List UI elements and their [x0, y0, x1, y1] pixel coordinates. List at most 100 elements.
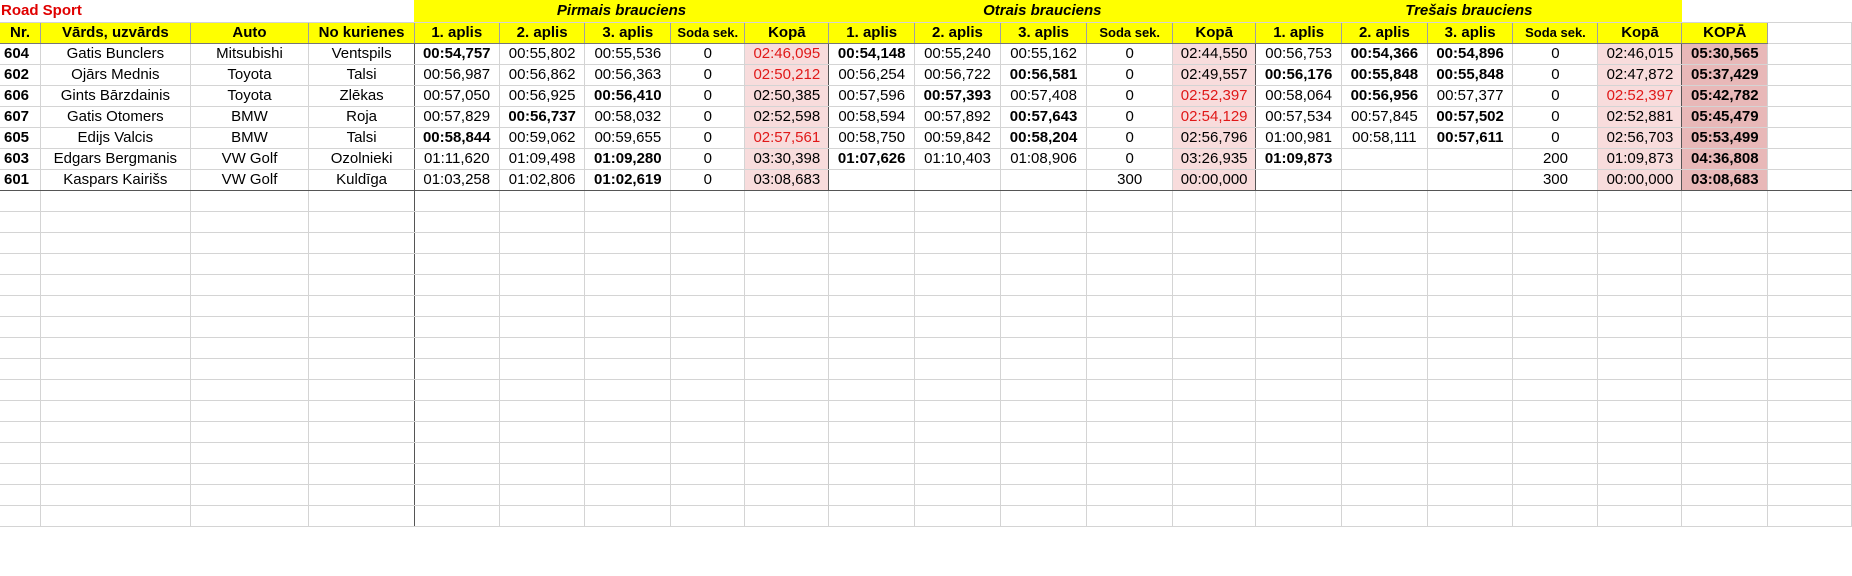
cell[interactable]	[308, 190, 415, 212]
cell[interactable]	[40, 463, 191, 485]
cell[interactable]	[414, 190, 500, 212]
cell[interactable]	[1000, 232, 1088, 254]
cell[interactable]	[1172, 190, 1257, 212]
cell[interactable]: 02:47,872	[1597, 64, 1683, 86]
cell[interactable]	[1427, 463, 1514, 485]
cell[interactable]	[1597, 400, 1683, 422]
cell[interactable]	[914, 295, 1001, 317]
cell[interactable]	[1767, 295, 1852, 317]
cell[interactable]	[584, 295, 672, 317]
cell[interactable]	[1597, 274, 1683, 296]
cell[interactable]: 05:53,499	[1681, 127, 1769, 149]
cell[interactable]	[1512, 211, 1599, 233]
cell[interactable]	[1767, 127, 1852, 149]
cell[interactable]	[1000, 316, 1088, 338]
cell[interactable]	[744, 442, 830, 464]
cell[interactable]	[308, 358, 415, 380]
cell[interactable]: 02:49,557	[1172, 64, 1257, 86]
cell[interactable]	[828, 358, 916, 380]
cell[interactable]	[1341, 379, 1428, 401]
cell[interactable]: 01:09,498	[499, 148, 586, 170]
cell[interactable]: 0	[670, 106, 746, 128]
cell[interactable]	[1255, 442, 1342, 464]
cell[interactable]: 00:57,829	[414, 106, 500, 128]
cell[interactable]	[1767, 232, 1852, 254]
group-header-2[interactable]: Otrais brauciens	[828, 0, 1256, 23]
cell[interactable]	[1427, 442, 1514, 464]
cell[interactable]	[828, 379, 916, 401]
cell[interactable]	[0, 358, 42, 380]
cell[interactable]	[190, 274, 310, 296]
cell[interactable]	[499, 358, 586, 380]
cell[interactable]	[914, 253, 1001, 275]
cell[interactable]	[190, 253, 310, 275]
cell[interactable]: 00:58,111	[1341, 127, 1428, 149]
cell[interactable]	[40, 484, 191, 506]
cell[interactable]	[744, 211, 830, 233]
cell[interactable]	[1681, 337, 1769, 359]
cell[interactable]	[1767, 400, 1852, 422]
cell[interactable]	[828, 274, 916, 296]
cell[interactable]	[190, 358, 310, 380]
cell[interactable]	[40, 421, 191, 443]
column-header[interactable]: No kurienes	[308, 22, 415, 44]
cell[interactable]	[1681, 0, 1768, 23]
cell[interactable]	[1767, 169, 1852, 191]
cell[interactable]	[1427, 316, 1514, 338]
cell[interactable]	[308, 505, 415, 527]
cell[interactable]	[1767, 442, 1852, 464]
cell[interactable]: 02:54,129	[1172, 106, 1257, 128]
cell[interactable]	[414, 337, 500, 359]
cell[interactable]	[40, 337, 191, 359]
cell[interactable]	[1000, 337, 1088, 359]
cell[interactable]	[744, 253, 830, 275]
cell[interactable]	[1255, 169, 1342, 191]
cell[interactable]	[1000, 463, 1088, 485]
cell[interactable]	[1172, 295, 1257, 317]
cell[interactable]	[670, 463, 746, 485]
cell[interactable]	[190, 400, 310, 422]
cell[interactable]	[828, 442, 916, 464]
cell[interactable]: 02:52,598	[744, 106, 830, 128]
column-header[interactable]: Kopā	[744, 22, 830, 44]
cell[interactable]	[0, 400, 42, 422]
cell[interactable]	[499, 421, 586, 443]
cell[interactable]: 00:56,987	[414, 64, 500, 86]
cell[interactable]	[1086, 505, 1174, 527]
cell[interactable]	[1427, 190, 1514, 212]
cell[interactable]	[1512, 253, 1599, 275]
cell[interactable]	[1427, 295, 1514, 317]
cell[interactable]	[0, 274, 42, 296]
cell[interactable]	[670, 232, 746, 254]
cell[interactable]	[828, 337, 916, 359]
cell[interactable]	[1172, 379, 1257, 401]
cell[interactable]	[1086, 190, 1174, 212]
cell[interactable]: 02:52,881	[1597, 106, 1683, 128]
cell[interactable]: 00:54,757	[414, 43, 500, 65]
cell[interactable]	[414, 379, 500, 401]
cell[interactable]	[308, 232, 415, 254]
cell[interactable]: 00:56,363	[584, 64, 672, 86]
cell[interactable]	[1597, 463, 1683, 485]
cell[interactable]: 0	[1086, 85, 1174, 107]
column-header[interactable]: Nr.	[0, 22, 42, 44]
cell-nr[interactable]: 607	[0, 106, 42, 128]
cell[interactable]: 03:30,398	[744, 148, 830, 170]
cell[interactable]	[1341, 253, 1428, 275]
cell-name[interactable]: Gatis Bunclers	[40, 43, 191, 65]
cell[interactable]	[1427, 400, 1514, 422]
cell-name[interactable]: Kaspars Kairišs	[40, 169, 191, 191]
column-header[interactable]: 2. aplis	[499, 22, 586, 44]
cell[interactable]	[308, 274, 415, 296]
cell[interactable]	[1172, 505, 1257, 527]
cell[interactable]	[670, 400, 746, 422]
cell[interactable]	[744, 190, 830, 212]
column-header[interactable]: 3. aplis	[1427, 22, 1514, 44]
cell[interactable]	[1427, 148, 1514, 170]
cell[interactable]	[744, 400, 830, 422]
cell[interactable]	[1427, 274, 1514, 296]
cell[interactable]	[1341, 337, 1428, 359]
cell[interactable]	[670, 337, 746, 359]
cell[interactable]: 02:44,550	[1172, 43, 1257, 65]
cell[interactable]	[1767, 505, 1852, 527]
